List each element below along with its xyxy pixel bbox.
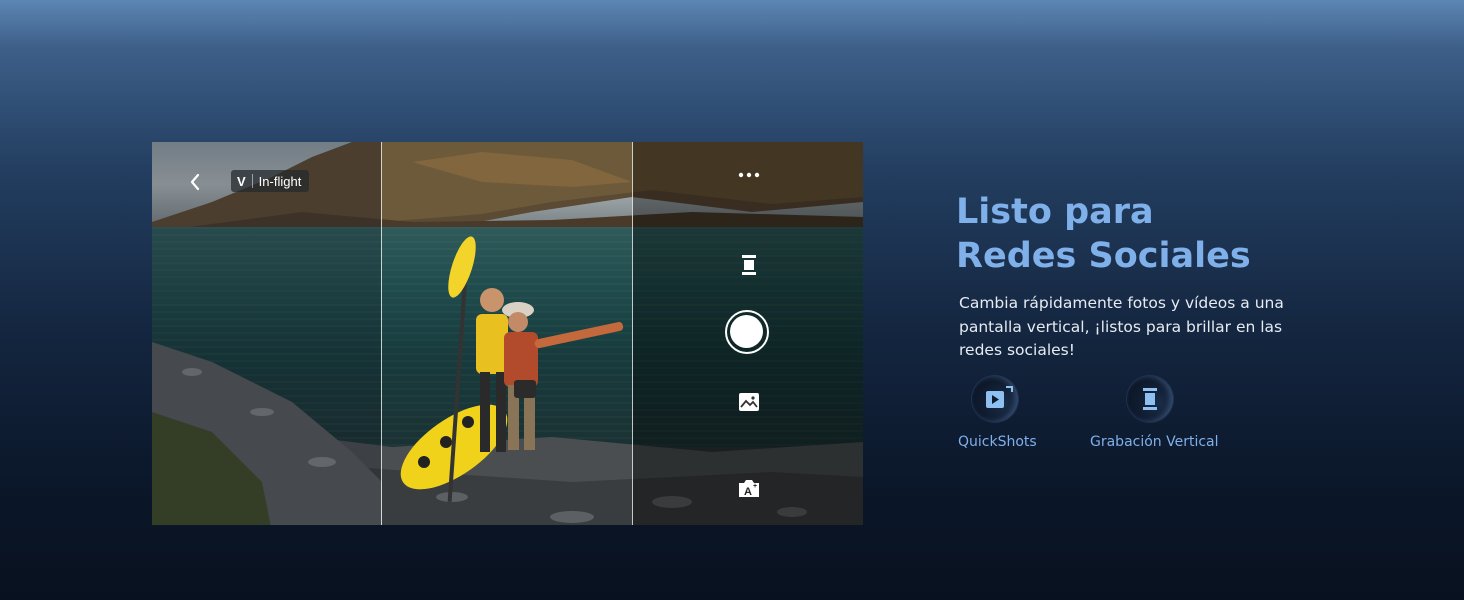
camera-controls: A + <box>725 142 769 525</box>
section-heading: Listo para Redes Sociales <box>956 190 1376 278</box>
gallery-button[interactable] <box>737 392 761 412</box>
couple-with-kayak <box>400 236 624 502</box>
heading-line-1: Listo para <box>956 192 1154 232</box>
vertical-orientation-icon <box>742 255 756 275</box>
feature-quickshots: QuickShots <box>958 376 1037 450</box>
vertical-recording-icon <box>1127 376 1173 422</box>
feature-vertical-recording: Grabación Vertical <box>1090 376 1219 450</box>
feature-label: QuickShots <box>958 434 1037 450</box>
back-button[interactable] <box>185 170 205 194</box>
svg-text:+: + <box>753 483 757 490</box>
vertical-frame-guide-left <box>381 142 382 525</box>
flight-mode-selector[interactable]: V In-flight <box>231 170 310 192</box>
more-options-button[interactable] <box>737 168 761 180</box>
gallery-icon <box>739 393 759 411</box>
mode-letter: V <box>237 173 246 189</box>
section-description: Cambia rápidamente fotos y vídeos a una … <box>959 294 1284 359</box>
vertical-frame-guide-right <box>632 142 633 525</box>
auto-exposure-button[interactable]: A + <box>736 477 762 499</box>
more-dots-icon <box>738 172 760 178</box>
divider <box>251 174 253 188</box>
svg-text:A: A <box>744 486 752 498</box>
shutter-button[interactable] <box>725 310 769 354</box>
mode-label: In-flight <box>258 173 302 189</box>
camera-preview-screenshot: V In-flight A + <box>152 142 863 525</box>
quickshots-icon <box>972 376 1018 422</box>
feature-label: Grabación Vertical <box>1090 434 1219 450</box>
heading-line-2: Redes Sociales <box>956 236 1251 276</box>
vertical-mode-toggle[interactable] <box>739 253 759 277</box>
chevron-left-icon <box>190 173 200 191</box>
camera-auto-icon: A + <box>739 480 759 498</box>
